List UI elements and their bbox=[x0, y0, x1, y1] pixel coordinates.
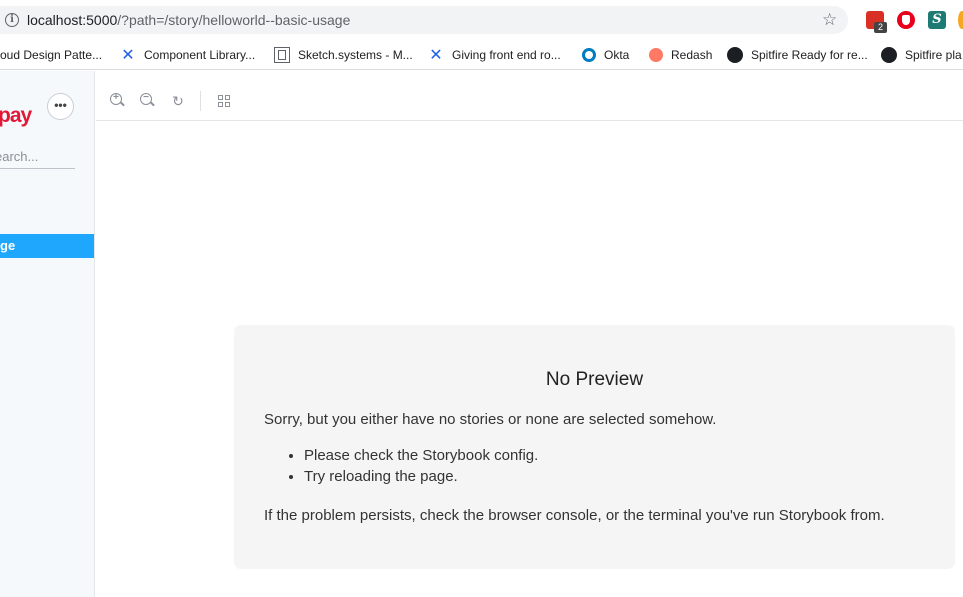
url-host: localhost:5000 bbox=[27, 12, 118, 28]
no-preview-message: Sorry, but you either have no stories or… bbox=[264, 411, 717, 428]
bookmark-item[interactable]: oud Design Patte... bbox=[0, 45, 102, 65]
bookmark-item[interactable]: Spitfire Ready for re... bbox=[727, 45, 868, 65]
brand-logo[interactable]: pay bbox=[0, 104, 32, 128]
bookmark-item[interactable]: ✕ Component Library... bbox=[120, 45, 255, 65]
zoom-in-icon[interactable]: + bbox=[110, 93, 126, 109]
okta-icon bbox=[582, 48, 596, 62]
zoom-out-icon[interactable]: − bbox=[140, 93, 156, 109]
search-input[interactable]: earch... bbox=[0, 147, 75, 169]
extension-badge: 2 bbox=[874, 22, 887, 33]
bookmark-label: Sketch.systems - M... bbox=[298, 48, 413, 62]
browser-address-row: i localhost:5000/?path=/story/helloworld… bbox=[0, 0, 963, 40]
confluence-icon: ✕ bbox=[121, 47, 135, 64]
url-text[interactable]: localhost:5000/?path=/story/helloworld--… bbox=[27, 12, 350, 28]
info-icon[interactable]: i bbox=[5, 13, 19, 27]
confluence-icon: ✕ bbox=[429, 47, 443, 64]
suggestion-list: Please check the Storybook config. Try r… bbox=[304, 447, 538, 489]
bookmark-label: Component Library... bbox=[144, 48, 256, 62]
bookmark-star-icon[interactable]: ☆ bbox=[822, 10, 837, 30]
bookmark-label: oud Design Patte... bbox=[0, 48, 103, 62]
github-icon bbox=[727, 47, 743, 63]
extension-icon-s[interactable]: S bbox=[928, 11, 946, 29]
grid-icon[interactable] bbox=[216, 93, 232, 109]
bookmark-label: Spitfire pla bbox=[905, 48, 962, 62]
bookmarks-bar: oud Design Patte... ✕ Component Library.… bbox=[0, 40, 963, 70]
bookmark-item[interactable]: Spitfire pla bbox=[881, 45, 962, 65]
address-bar[interactable]: i localhost:5000/?path=/story/helloworld… bbox=[0, 6, 848, 34]
no-preview-title: No Preview bbox=[545, 369, 644, 390]
bookmark-label: Spitfire Ready for re... bbox=[751, 48, 868, 62]
bookmark-item[interactable]: Redash bbox=[649, 45, 712, 65]
bookmark-item[interactable]: ✕ Giving front end ro... bbox=[428, 45, 561, 65]
bookmark-label: Giving front end ro... bbox=[452, 48, 561, 62]
redash-icon bbox=[649, 48, 663, 62]
list-item: Try reloading the page. bbox=[304, 468, 538, 489]
list-item: Please check the Storybook config. bbox=[304, 447, 538, 468]
toolbar-divider bbox=[200, 91, 201, 111]
sketch-icon bbox=[274, 47, 290, 63]
more-options-button[interactable]: ••• bbox=[47, 93, 74, 120]
bookmark-label: Redash bbox=[671, 48, 713, 62]
bookmark-label: Okta bbox=[604, 48, 630, 62]
sidebar-item-basic-usage[interactable]: ge bbox=[0, 234, 94, 258]
bookmark-item[interactable]: Sketch.systems - M... bbox=[274, 45, 413, 65]
no-preview-footer: If the problem persists, check the brows… bbox=[264, 507, 885, 524]
url-path: /?path=/story/helloworld--basic-usage bbox=[117, 12, 351, 28]
storybook-sidebar: pay ••• earch... ge bbox=[0, 71, 95, 597]
extension-icon-opera[interactable] bbox=[897, 11, 915, 29]
extension-icon-partial[interactable] bbox=[958, 11, 963, 29]
no-preview-card: No Preview Sorry, but you either have no… bbox=[234, 325, 955, 569]
zoom-reset-icon[interactable]: ↻ bbox=[170, 93, 186, 109]
github-icon bbox=[881, 47, 897, 63]
preview-toolbar: + − ↻ bbox=[96, 81, 963, 121]
bookmark-item[interactable]: Okta bbox=[582, 45, 629, 65]
